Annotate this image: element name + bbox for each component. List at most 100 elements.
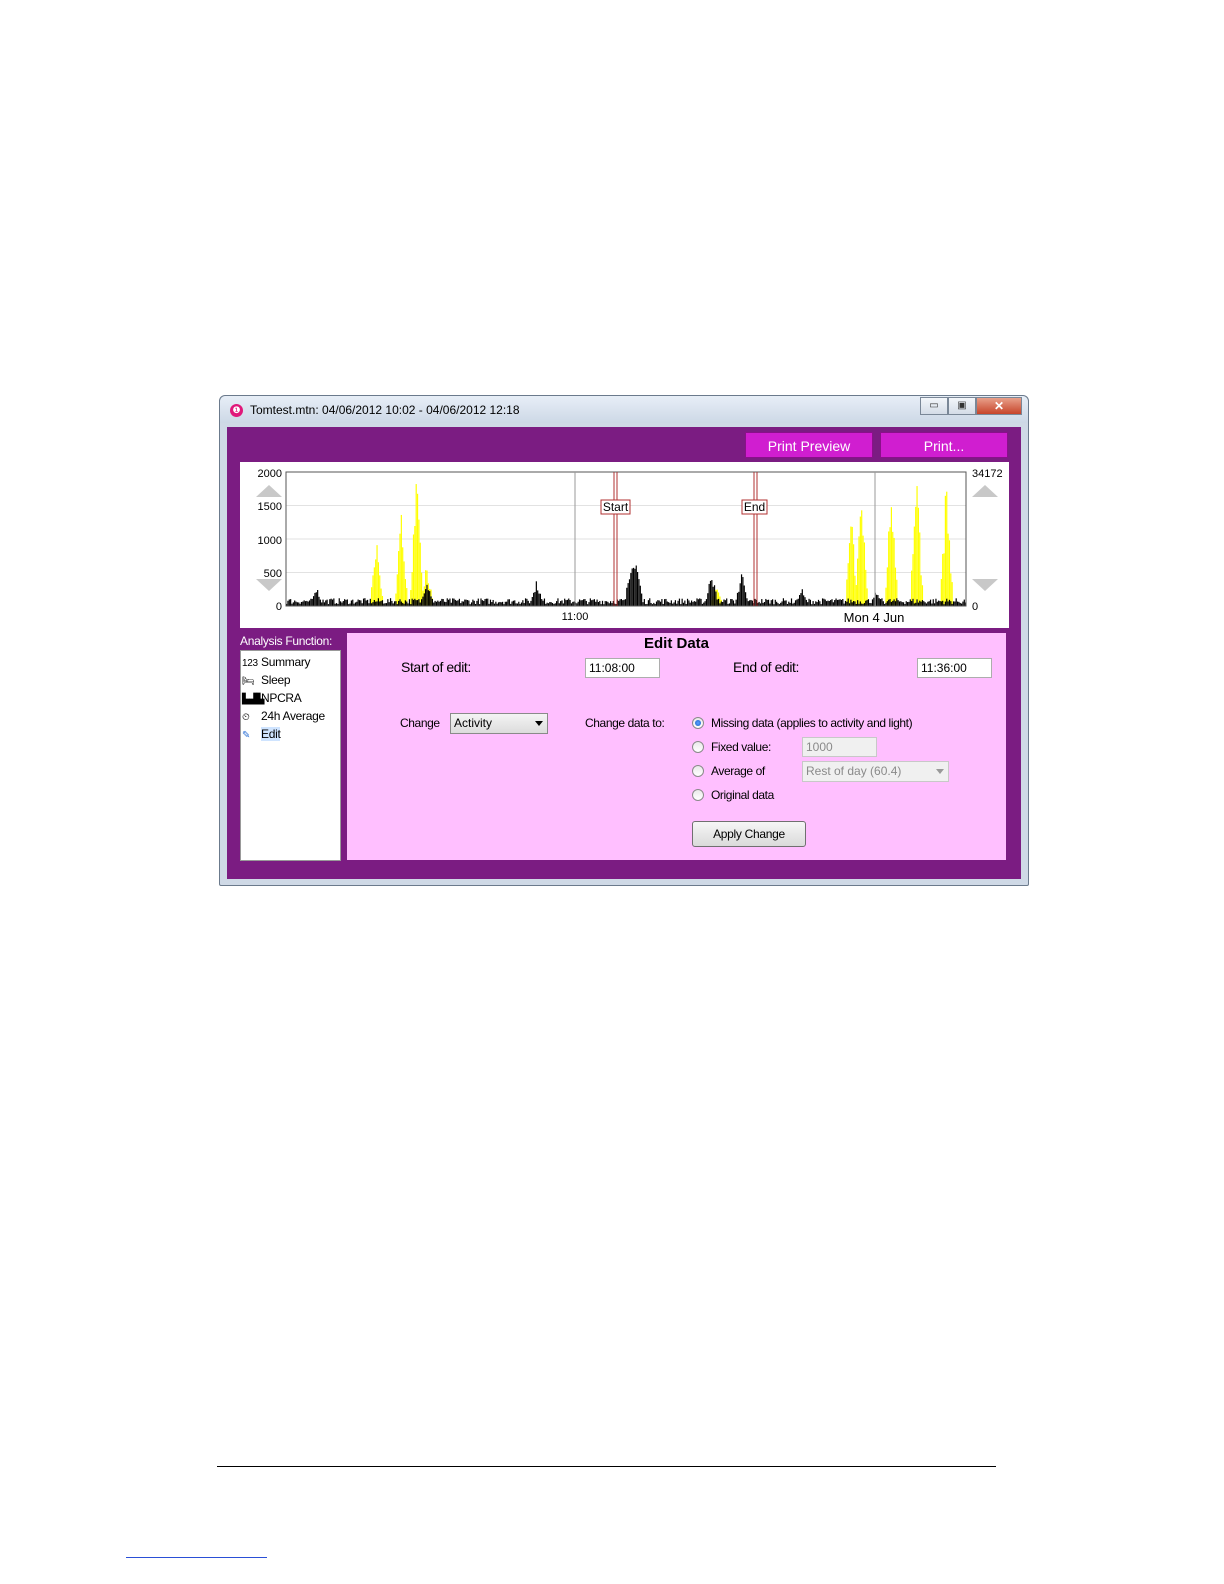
activity-bar [435, 601, 438, 606]
activity-bar [688, 600, 690, 606]
activity-bar [840, 599, 843, 606]
activity-bar [452, 598, 454, 606]
scroll-down-right-icon[interactable] [972, 579, 998, 591]
light-bar [888, 531, 890, 606]
light-bar [410, 590, 412, 606]
activity-bar [607, 601, 609, 606]
chevron-down-icon [535, 721, 543, 726]
activity-bar [962, 601, 964, 606]
activity-bar [322, 599, 324, 606]
scroll-up-left-icon[interactable] [256, 485, 282, 497]
activity-bar [867, 599, 870, 606]
light-bar [944, 495, 946, 606]
fixed-value-field[interactable]: 1000 [802, 737, 877, 757]
activity-bar [304, 601, 307, 606]
fixed-value-radio[interactable] [692, 741, 704, 753]
average-of-radio[interactable] [692, 765, 704, 777]
activity-bar [470, 602, 473, 606]
activity-bar [477, 598, 479, 606]
close-button[interactable]: ✕ [976, 397, 1022, 415]
activity-bar [306, 600, 308, 606]
change-select[interactable]: Activity [450, 713, 548, 734]
activity-bar [704, 601, 706, 606]
activity-bar [593, 599, 595, 606]
fixed-value-label[interactable]: Fixed value: [711, 740, 771, 754]
activity-bar [839, 599, 841, 606]
activity-bar [518, 601, 520, 606]
missing-data-label[interactable]: Missing data (applies to activity and li… [711, 716, 913, 730]
activity-bar [712, 586, 714, 606]
apply-change-button[interactable]: Apply Change [692, 821, 806, 847]
activity-bar [815, 601, 817, 606]
scroll-up-right-icon[interactable] [972, 485, 998, 497]
footer-link-underline[interactable] [126, 1557, 267, 1558]
activity-bar [497, 602, 500, 606]
light-bar [861, 510, 863, 606]
activity-bar [804, 597, 806, 606]
activity-bar [329, 599, 331, 606]
missing-data-radio[interactable] [692, 717, 704, 729]
sidebar-item-edit[interactable]: ✎ Edit [242, 727, 281, 744]
activity-bar [538, 593, 540, 606]
activity-bar [443, 601, 446, 606]
sidebar-item-24h-average[interactable]: ⏲ 24h Average [242, 709, 325, 726]
average-of-label[interactable]: Average of [711, 764, 765, 778]
activity-bar [705, 599, 708, 606]
light-bar [412, 534, 415, 606]
activity-bar [465, 599, 467, 606]
activity-bar [691, 600, 693, 606]
activity-bar [425, 589, 427, 606]
sidebar-item-sleep[interactable]: 🛏 Sleep [242, 673, 291, 690]
print-preview-button[interactable]: Print Preview [745, 432, 873, 458]
activity-bar [484, 599, 486, 606]
activity-bar [466, 600, 469, 606]
light-bar [419, 542, 421, 606]
activity-chart[interactable]: Start End 2000 1500 1000 500 0 34172 0 1… [240, 462, 1009, 628]
activity-bar [718, 598, 720, 606]
activity-bar [823, 598, 825, 606]
activity-bar [794, 600, 797, 606]
activity-bar [655, 601, 658, 606]
light-bar [403, 561, 405, 606]
activity-bar [566, 599, 568, 606]
y-tick-0: 0 [276, 601, 282, 613]
activity-bar [303, 600, 305, 606]
original-data-radio[interactable] [692, 789, 704, 801]
title-bar[interactable]: ❶ Tomtest.mtn: 04/06/2012 10:02 - 04/06/… [220, 396, 1028, 423]
end-of-edit-field[interactable]: 11:36:00 [917, 658, 992, 678]
sidebar-item-npcra[interactable]: ▙▟▙NPCRA [242, 691, 302, 708]
activity-bar [506, 601, 508, 606]
activity-bar [908, 601, 910, 606]
activity-bar [635, 565, 637, 606]
wave-icon: ▙▟▙ [242, 694, 265, 705]
average-of-select[interactable]: Rest of day (60.4) [802, 761, 949, 782]
minimize-button[interactable]: ▭ [920, 397, 948, 415]
activity-bar [956, 601, 959, 606]
activity-bar [457, 600, 459, 606]
activity-bar [703, 602, 705, 606]
activity-bar [731, 599, 733, 606]
y2-tick-0: 0 [972, 601, 978, 613]
activity-bar [700, 598, 702, 606]
start-of-edit-field[interactable]: 11:08:00 [585, 658, 660, 678]
activity-bar [673, 602, 675, 606]
activity-bar [803, 595, 805, 606]
activity-bar [836, 599, 838, 606]
activity-bar [674, 600, 676, 606]
activity-bar [952, 601, 955, 606]
activity-bar [330, 598, 332, 606]
activity-bar [302, 601, 304, 606]
activity-bar [512, 600, 514, 606]
sidebar-item-summary[interactable]: 123 Summary [242, 655, 311, 672]
y2-tick-max: 34172 [972, 468, 1003, 480]
y-tick-2000: 2000 [258, 468, 282, 480]
activity-bar [722, 602, 724, 606]
activity-bar [697, 599, 699, 606]
print-button[interactable]: Print... [880, 432, 1008, 458]
light-bar [916, 486, 918, 606]
activity-bar [326, 599, 328, 606]
light-bar [859, 516, 861, 606]
maximize-button[interactable]: ▣ [948, 397, 976, 415]
scroll-down-left-icon[interactable] [256, 579, 282, 591]
original-data-label[interactable]: Original data [711, 788, 774, 802]
